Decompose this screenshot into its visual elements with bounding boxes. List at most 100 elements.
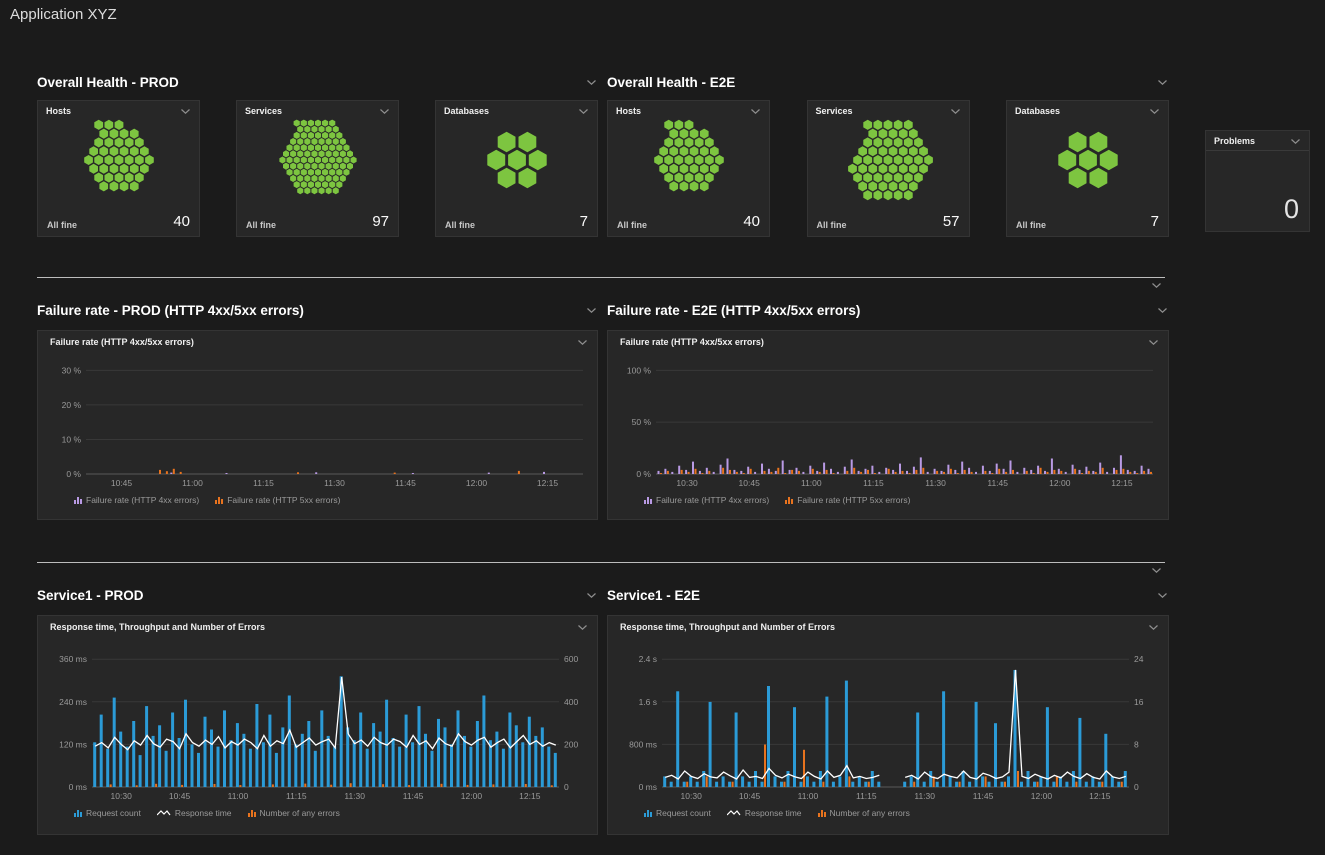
chevron-down-icon[interactable] — [577, 107, 590, 116]
chevron-down-icon[interactable] — [378, 107, 391, 116]
svg-text:11:30: 11:30 — [925, 478, 946, 488]
chart-tile-service-prod[interactable]: Response time, Throughput and Number of … — [37, 615, 598, 835]
status-label: All fine — [47, 220, 77, 230]
legend-label: Response time — [745, 808, 802, 818]
failure-rate-e2e-chart[interactable]: 0 %50 %100 %10:3010:4511:0011:1511:3011:… — [616, 350, 1161, 492]
svg-text:10:45: 10:45 — [111, 478, 133, 488]
entity-count: 57 — [943, 213, 960, 230]
chevron-down-icon[interactable] — [1147, 623, 1160, 632]
section-divider — [37, 562, 1165, 563]
svg-text:11:45: 11:45 — [987, 478, 1008, 488]
legend-label: Number of any errors — [260, 808, 340, 818]
svg-text:12:15: 12:15 — [519, 791, 541, 801]
legend-item-4xx[interactable]: Failure rate (HTTP 4xx errors) — [74, 495, 199, 505]
section-header-service-e2e: Service1 - E2E — [607, 586, 1169, 604]
chevron-down-icon[interactable] — [1156, 306, 1169, 315]
svg-text:11:15: 11:15 — [856, 791, 877, 801]
chart-legend: Failure rate (HTTP 4xx errors) Failure r… — [608, 492, 1168, 505]
svg-text:100 %: 100 % — [627, 365, 652, 375]
bars-icon — [785, 497, 793, 504]
chevron-down-icon[interactable] — [576, 338, 589, 347]
svg-text:0 %: 0 % — [636, 469, 651, 479]
svg-text:10:30: 10:30 — [111, 791, 133, 801]
legend-item-5xx[interactable]: Failure rate (HTTP 5xx errors) — [785, 495, 910, 505]
failure-rate-prod-chart[interactable]: 0 %10 %20 %30 %10:4511:0011:1511:3011:45… — [46, 350, 591, 492]
section-header-health-prod: Overall Health - PROD — [37, 73, 598, 91]
chart-tile-failure-prod[interactable]: Failure rate (HTTP 4xx/5xx errors) 0 % 10… — [37, 330, 598, 520]
chevron-down-icon[interactable] — [576, 623, 589, 632]
health-tile-hosts-e2e[interactable]: Hosts All fine40 — [607, 100, 770, 237]
entity-count: 7 — [580, 213, 588, 230]
chart-tile-failure-e2e[interactable]: Failure rate (HTTP 4xx/5xx errors) 0 %50… — [607, 330, 1169, 520]
legend-item-5xx[interactable]: Failure rate (HTTP 5xx errors) — [215, 495, 340, 505]
hex-grid — [457, 119, 577, 201]
health-tile-databases-prod[interactable]: Databases All fine7 — [435, 100, 598, 237]
chevron-down-icon[interactable] — [1156, 78, 1169, 87]
chevron-down-icon[interactable] — [1150, 281, 1163, 290]
health-tile-services-e2e[interactable]: Services All fine57 — [807, 100, 970, 237]
svg-text:12:00: 12:00 — [1031, 791, 1053, 801]
health-tile-databases-e2e[interactable]: Databases All fine7 — [1006, 100, 1169, 237]
problems-tile[interactable]: Problems 0 — [1205, 130, 1310, 232]
service-e2e-chart[interactable]: 0 ms0800 ms81.6 s162.4 s2410:3010:4511:0… — [616, 635, 1161, 805]
svg-text:10:45: 10:45 — [169, 791, 191, 801]
legend-item-request-count[interactable]: Request count — [644, 808, 711, 818]
legend-item-4xx[interactable]: Failure rate (HTTP 4xx errors) — [644, 495, 769, 505]
hex-grid — [59, 119, 179, 201]
tile-title: Hosts — [616, 106, 641, 116]
legend-item-errors[interactable]: Number of any errors — [248, 808, 340, 818]
bars-icon — [215, 497, 223, 504]
chevron-down-icon[interactable] — [749, 107, 762, 116]
tile-title: Services — [816, 106, 853, 116]
svg-text:30 %: 30 % — [62, 365, 82, 375]
bars-icon — [644, 497, 652, 504]
tile-title: Services — [245, 106, 282, 116]
health-tile-hosts-prod[interactable]: Hosts All fine40 — [37, 100, 200, 237]
svg-text:12:15: 12:15 — [1089, 791, 1111, 801]
chevron-down-icon[interactable] — [949, 107, 962, 116]
chevron-down-icon[interactable] — [585, 306, 598, 315]
legend-item-response-time[interactable]: Response time — [157, 808, 232, 818]
status-label: All fine — [445, 220, 475, 230]
chart-legend: Failure rate (HTTP 4xx errors) Failure r… — [38, 492, 597, 505]
chevron-down-icon[interactable] — [585, 591, 598, 600]
section-title: Service1 - PROD — [37, 588, 144, 603]
section-header-failure-prod: Failure rate - PROD (HTTP 4xx/5xx errors… — [37, 301, 598, 319]
svg-text:12:15: 12:15 — [1111, 478, 1133, 488]
tile-title: Hosts — [46, 106, 71, 116]
bars-icon — [74, 497, 82, 504]
chevron-down-icon[interactable] — [1150, 566, 1163, 575]
chart-legend: Request count Response time Number of an… — [608, 805, 1168, 818]
chart-title: Response time, Throughput and Number of … — [50, 622, 265, 632]
legend-item-errors[interactable]: Number of any errors — [818, 808, 910, 818]
chevron-down-icon[interactable] — [1156, 591, 1169, 600]
tile-title: Databases — [1015, 106, 1060, 116]
svg-text:11:30: 11:30 — [914, 791, 935, 801]
chart-tile-service-e2e[interactable]: Response time, Throughput and Number of … — [607, 615, 1169, 835]
service-prod-chart[interactable]: 0 ms0120 ms200240 ms400360 ms60010:3010:… — [46, 635, 591, 805]
status-label: All fine — [1016, 220, 1046, 230]
chevron-down-icon[interactable] — [1148, 107, 1161, 116]
svg-text:0 %: 0 % — [66, 469, 81, 479]
legend-label: Failure rate (HTTP 4xx errors) — [656, 495, 769, 505]
svg-text:11:45: 11:45 — [395, 478, 416, 488]
svg-text:11:00: 11:00 — [182, 478, 203, 488]
hex-grid — [828, 119, 948, 201]
chevron-down-icon[interactable] — [1147, 338, 1160, 347]
chart-title: Failure rate (HTTP 4xx/5xx errors) — [50, 337, 194, 347]
legend-item-request-count[interactable]: Request count — [74, 808, 141, 818]
section-title: Overall Health - E2E — [607, 75, 735, 90]
chevron-down-icon[interactable] — [179, 107, 192, 116]
health-tile-services-prod[interactable]: Services All fine97 — [236, 100, 399, 237]
svg-text:800 ms: 800 ms — [629, 739, 657, 749]
chevron-down-icon[interactable] — [1289, 137, 1302, 146]
svg-text:11:30: 11:30 — [324, 478, 345, 488]
legend-label: Request count — [656, 808, 711, 818]
legend-label: Request count — [86, 808, 141, 818]
svg-text:0 ms: 0 ms — [69, 782, 87, 792]
entity-count: 97 — [372, 213, 389, 230]
legend-item-response-time[interactable]: Response time — [727, 808, 802, 818]
line-icon — [157, 809, 171, 817]
chevron-down-icon[interactable] — [585, 78, 598, 87]
problems-count: 0 — [1206, 194, 1309, 231]
